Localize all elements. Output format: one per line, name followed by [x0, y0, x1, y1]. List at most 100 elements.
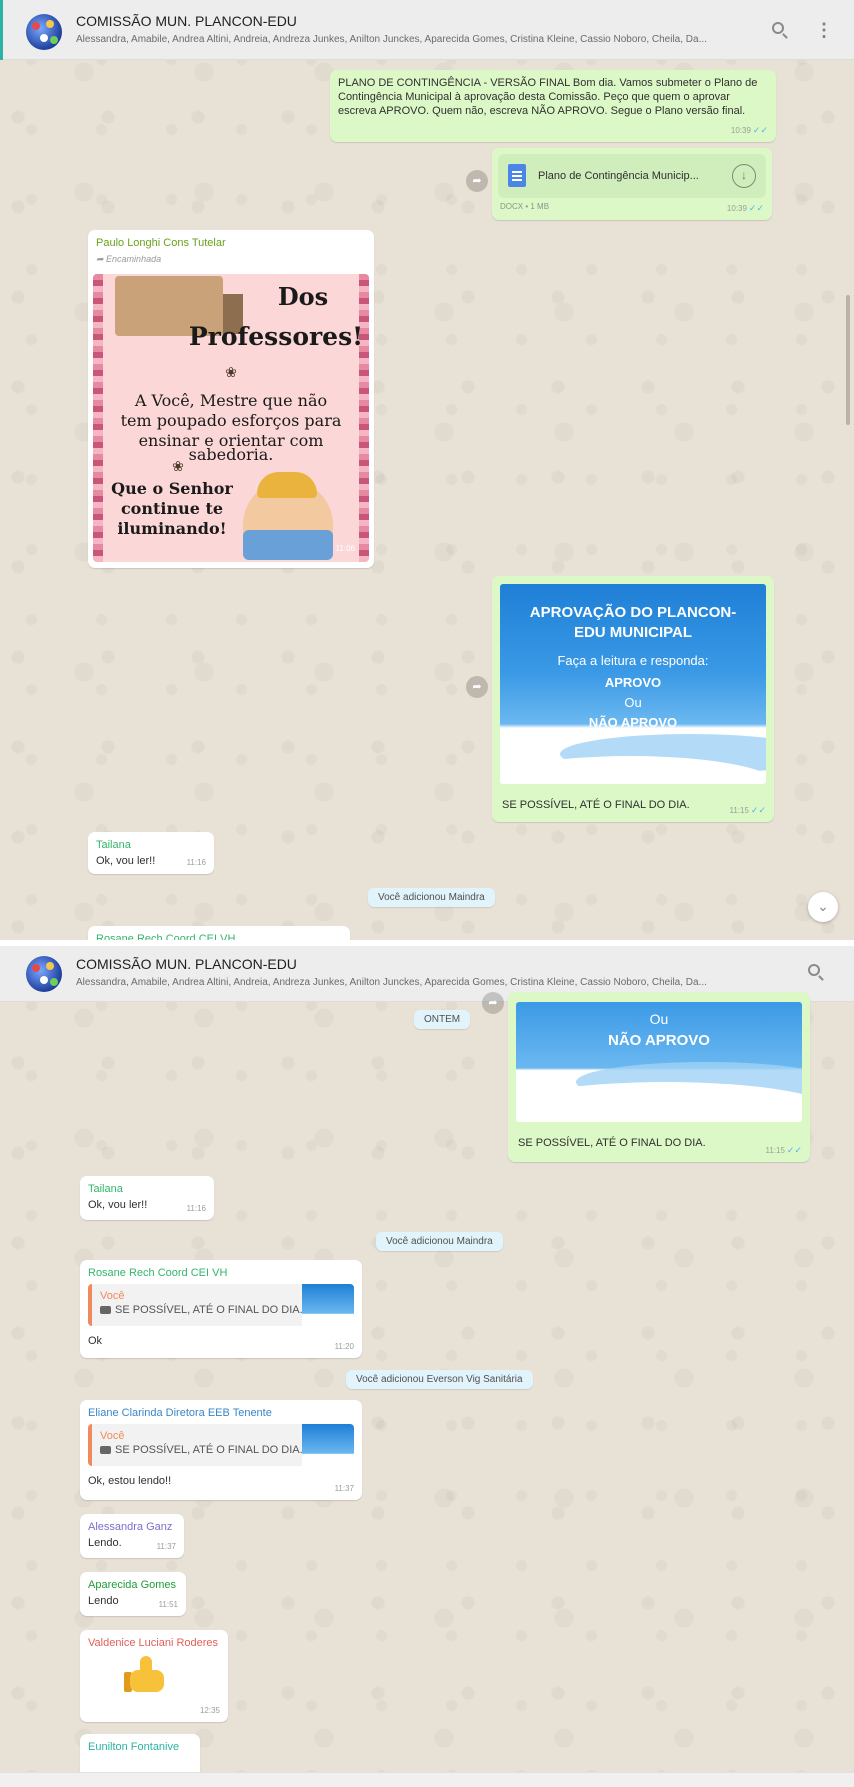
- message-time: 10:39: [726, 204, 747, 213]
- quoted-text: SE POSSÍVEL, ATÉ O FINAL DO DIA.: [115, 1444, 303, 1456]
- document-card[interactable]: Plano de Contingência Municip... ↓: [498, 154, 766, 198]
- message-text: Ok: [88, 1335, 103, 1347]
- system-message: Você adicionou Maindra: [368, 888, 495, 907]
- message-incoming[interactable]: Aparecida Gomes Lendo 11:51: [80, 1572, 186, 1616]
- composer-bar[interactable]: [0, 1772, 854, 1787]
- message-time: 11:16: [186, 1204, 206, 1213]
- quoted-thumbnail: [302, 1424, 354, 1466]
- image-caption: SE POSSÍVEL, ATÉ O FINAL DO DIA.: [502, 799, 690, 811]
- image-message[interactable]: Ou NÃO APROVO SE POSSÍVEL, ATÉ O FINAL D…: [508, 992, 810, 1162]
- approval-image[interactable]: Ou NÃO APROVO: [516, 1002, 802, 1122]
- sender-name: Rosane Rech Coord CEI VH: [88, 1267, 228, 1279]
- message-incoming[interactable]: Rosane Rech Coord CEI VH Você SE POSSÍVE…: [80, 1260, 362, 1358]
- system-message: Você adicionou Everson Vig Sanitária: [346, 1370, 533, 1389]
- chevron-down-icon[interactable]: ⌄: [808, 892, 838, 922]
- menu-icon[interactable]: ⋮: [814, 20, 834, 40]
- flyer-line: iluminando!: [117, 519, 227, 538]
- approval-title: EDU MUNICIPAL: [573, 624, 693, 641]
- message-time: 11:16: [186, 858, 206, 867]
- quoted-sender: Você: [100, 1290, 125, 1302]
- approval-image[interactable]: APROVAÇÃO DO PLANCON- EDU MUNICIPAL Faça…: [500, 584, 766, 784]
- quoted-message[interactable]: Você SE POSSÍVEL, ATÉ O FINAL DO DIA.: [88, 1424, 354, 1466]
- sender-name: Tailana: [96, 839, 131, 851]
- sender-name: Aparecida Gomes: [88, 1579, 177, 1591]
- message-incoming[interactable]: Tailana Ok, vou ler!! 11:16: [88, 832, 214, 874]
- read-receipt-icon: ✓✓: [748, 203, 764, 213]
- read-receipt-icon: ✓✓: [750, 805, 766, 815]
- message-incoming[interactable]: Eliane Clarinda Diretora EEB Tenente Voc…: [80, 1400, 362, 1500]
- approval-option: NÃO APROVO: [588, 715, 678, 730]
- message-text: PLANO DE CONTINGÊNCIA - VERSÃO FINAL Bom…: [338, 77, 758, 117]
- message-text: Ok, estou lendo!!: [88, 1475, 172, 1487]
- forward-icon[interactable]: ➦: [466, 676, 488, 698]
- thumbs-up-icon: [124, 1656, 164, 1694]
- approval-option: NÃO APROVO: [608, 1032, 710, 1049]
- camera-icon: [100, 1446, 111, 1454]
- message-outgoing[interactable]: PLANO DE CONTINGÊNCIA - VERSÃO FINAL Bom…: [330, 70, 776, 142]
- approval-option: APROVO: [604, 675, 662, 690]
- sender-name: Valdenice Luciani Roderes: [88, 1637, 219, 1649]
- rose-icon: ❀: [172, 459, 184, 475]
- chat-title: COMISSÃO MUN. PLANCON-EDU: [76, 13, 297, 29]
- image-caption: SE POSSÍVEL, ATÉ O FINAL DO DIA.: [518, 1137, 706, 1149]
- sender-name: Eliane Clarinda Diretora EEB Tenente: [88, 1407, 272, 1419]
- download-icon[interactable]: ↓: [732, 164, 756, 188]
- read-receipt-icon: ✓✓: [752, 125, 768, 135]
- scrollbar[interactable]: [846, 295, 850, 425]
- document-icon: [508, 164, 526, 187]
- document-meta: DOCX • 1 MB: [500, 202, 550, 211]
- message-time: 11:37: [334, 1484, 354, 1493]
- forward-icon[interactable]: ➦: [482, 992, 504, 1014]
- search-icon[interactable]: [806, 962, 826, 982]
- child-illustration: [243, 472, 333, 560]
- approval-title: APROVAÇÃO DO PLANCON-: [529, 604, 737, 621]
- chat-participants: Alessandra, Amabile, Andrea Altini, Andr…: [76, 977, 707, 988]
- image-message[interactable]: APROVAÇÃO DO PLANCON- EDU MUNICIPAL Faça…: [492, 576, 774, 822]
- quoted-thumbnail: [302, 1284, 354, 1326]
- image-message[interactable]: Paulo Longhi Cons Tutelar ➦ Encaminhada …: [88, 230, 374, 568]
- forward-icon[interactable]: ➦: [466, 170, 488, 192]
- sender-name: Tailana: [88, 1183, 123, 1195]
- quoted-sender: Você: [100, 1430, 125, 1442]
- chat-title: COMISSÃO MUN. PLANCON-EDU: [76, 956, 297, 972]
- flyer-line: A Você, Mestre que não: [134, 391, 328, 410]
- approval-or: Ou: [624, 695, 642, 710]
- flyer-line: tem poupado esforços para: [120, 411, 342, 430]
- sender-name: Alessandra Ganz: [88, 1521, 173, 1533]
- flyer-line: Professores!: [188, 322, 364, 351]
- quoted-text: SE POSSÍVEL, ATÉ O FINAL DO DIA.: [115, 1304, 303, 1316]
- search-icon[interactable]: [770, 20, 790, 40]
- approval-subtitle: Faça a leitura e responda:: [557, 653, 709, 668]
- sender-name: Rosane Rech Coord CEI VH: [96, 933, 236, 940]
- forwarded-label: Encaminhada: [106, 254, 162, 264]
- camera-icon: [100, 1306, 111, 1314]
- chat-panel-top: COMISSÃO MUN. PLANCON-EDU Alessandra, Am…: [0, 0, 854, 940]
- flyer-line: ensinar e orientar com sabedoria.: [138, 431, 324, 464]
- active-indicator: [0, 0, 3, 60]
- message-incoming[interactable]: Rosane Rech Coord CEI VH: [88, 926, 350, 940]
- flyer-line: continue te: [120, 499, 224, 518]
- document-message[interactable]: Plano de Contingência Municip... ↓ DOCX …: [492, 148, 772, 220]
- group-avatar[interactable]: [26, 956, 62, 992]
- flyer-line: Que o Senhor: [111, 479, 233, 498]
- flyer-line: Dos: [277, 282, 329, 311]
- group-avatar[interactable]: [26, 14, 62, 50]
- rose-icon: ❀: [225, 365, 237, 381]
- message-time: 10:39: [730, 126, 751, 135]
- message-incoming[interactable]: Alessandra Ganz Lendo. 11:37: [80, 1514, 184, 1558]
- message-time: 11:37: [156, 1542, 176, 1551]
- chat-panel-bottom: COMISSÃO MUN. PLANCON-EDU Alessandra, Am…: [0, 946, 854, 1787]
- chat-participants: Alessandra, Amabile, Andrea Altini, Andr…: [76, 34, 707, 45]
- message-time: 11:15: [765, 1146, 785, 1155]
- sticker-message[interactable]: Valdenice Luciani Roderes 12:35: [80, 1630, 228, 1722]
- date-chip: ONTEM: [414, 1010, 471, 1029]
- teachers-day-image[interactable]: Dos Professores! ❀ A Você, Mestre que nã…: [93, 274, 369, 562]
- message-time: 11:20: [334, 1342, 354, 1351]
- message-time: 11:15: [729, 806, 749, 815]
- system-message: Você adicionou Maindra: [376, 1232, 503, 1251]
- message-incoming[interactable]: Tailana Ok, vou ler!! 11:16: [80, 1176, 214, 1220]
- message-time: 11:06: [335, 544, 355, 553]
- document-name: Plano de Contingência Municip...: [538, 170, 699, 182]
- chat-header[interactable]: COMISSÃO MUN. PLANCON-EDU Alessandra, Am…: [0, 0, 854, 60]
- quoted-message[interactable]: Você SE POSSÍVEL, ATÉ O FINAL DO DIA.: [88, 1284, 354, 1326]
